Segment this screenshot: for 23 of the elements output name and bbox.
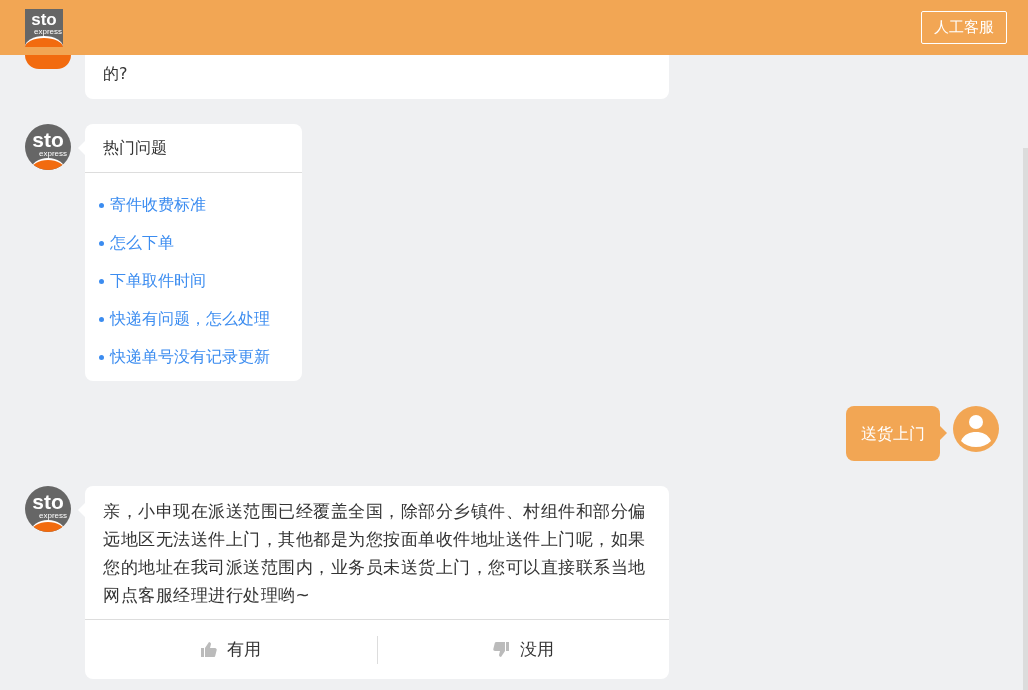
- question-link[interactable]: 怎么下单: [99, 231, 302, 255]
- card-title: 热门问题: [85, 124, 302, 173]
- logo-swoosh: [31, 158, 65, 170]
- question-link[interactable]: 下单取件时间: [99, 269, 302, 293]
- brand-tagline: express: [34, 27, 62, 36]
- not-helpful-button[interactable]: 没用: [377, 637, 669, 662]
- message-bubble: 的?: [85, 55, 669, 99]
- thumbs-down-icon: [492, 641, 510, 658]
- human-agent-button[interactable]: 人工客服: [921, 11, 1007, 44]
- brand-name: sto: [31, 10, 57, 28]
- brand-tagline: express: [39, 149, 67, 158]
- brand-name: sto: [32, 130, 64, 149]
- brand-tagline: express: [39, 511, 67, 520]
- question-link[interactable]: 快递有问题，怎么处理: [99, 307, 302, 331]
- question-link[interactable]: 寄件收费标准: [99, 193, 302, 217]
- helpful-button[interactable]: 有用: [85, 637, 377, 662]
- avatar: [25, 55, 71, 69]
- brand-name: sto: [32, 492, 64, 511]
- user-avatar-icon: [953, 406, 999, 452]
- logo-swoosh: [25, 35, 63, 47]
- message-text: 亲，小申现在派送范围已经覆盖全国，除部分乡镇件、村组件和部分偏远地区无法送件上门，其他都是为您按面单收件地址送件上门呢，如果您的地址在我司派送范围内，业务员未送货上门，您可以直接联系当地网点客服经理进行处理哟~: [85, 486, 669, 620]
- question-link[interactable]: 快递单号没有记录更新: [99, 345, 302, 369]
- thumbs-up-icon: [200, 641, 218, 658]
